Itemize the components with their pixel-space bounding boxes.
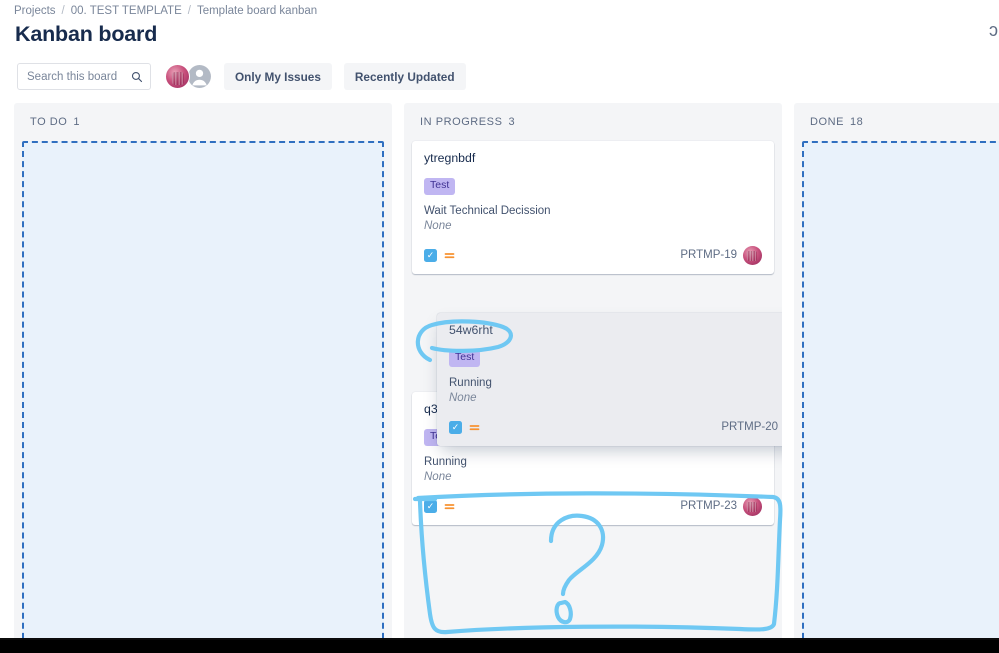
page-title: Kanban board — [15, 22, 158, 46]
label-chip[interactable]: Test — [424, 178, 456, 195]
issue-card-icons: ✓ — [424, 499, 456, 513]
board-column-todo: TO DO 1 — [14, 103, 392, 649]
issue-key[interactable]: PRTMP-20 — [721, 421, 778, 433]
avatar[interactable] — [165, 64, 190, 89]
assignee-avatar[interactable] — [743, 496, 762, 516]
column-body-done[interactable] — [794, 141, 999, 649]
issue-card-icons: ✓ — [449, 420, 481, 434]
filter-only-my-issues-button[interactable]: Only My Issues — [224, 63, 332, 90]
task-checkbox-icon[interactable]: ✓ — [424, 499, 437, 513]
issue-card-meta: PRTMP-19 — [680, 245, 762, 265]
corner-partial-icon[interactable]: ɔ — [989, 20, 999, 41]
priority-medium-icon[interactable] — [443, 500, 456, 513]
person-icon — [187, 64, 212, 89]
issue-card-meta: PRTMP-20 — [721, 418, 782, 437]
issue-card-status: Wait Technical Decission — [424, 204, 551, 217]
board-column-done: DONE 18 — [794, 103, 999, 649]
breadcrumb-item-project[interactable]: 00. TEST TEMPLATE — [71, 5, 182, 17]
priority-medium-icon[interactable] — [443, 249, 456, 262]
issue-card-footer: ✓ PRTMP-23 — [424, 496, 762, 516]
column-body-inprogress[interactable]: ytregnbdf Test Wait Technical Decission … — [404, 141, 782, 649]
breadcrumb: Projects / 00. TEST TEMPLATE / Template … — [14, 5, 317, 17]
task-checkbox-icon[interactable]: ✓ — [449, 420, 462, 434]
issue-card-title: ytregnbdf — [424, 151, 476, 165]
search-board-field[interactable] — [17, 63, 151, 90]
column-body-todo[interactable] — [14, 141, 392, 649]
search-input[interactable] — [27, 70, 131, 83]
drop-zone-todo[interactable] — [22, 141, 384, 649]
board-columns: TO DO 1 IN PROGRESS 3 ytregnbdf Test Wai… — [0, 103, 999, 649]
issue-key[interactable]: PRTMP-23 — [680, 500, 737, 512]
column-title: TO DO — [30, 116, 68, 128]
issue-card-footer: ✓ PRTMP-20 — [449, 418, 782, 437]
issue-key[interactable]: PRTMP-19 — [680, 249, 737, 261]
column-title: DONE — [810, 116, 844, 128]
kanban-board-page: Projects / 00. TEST TEMPLATE / Template … — [0, 0, 999, 653]
issue-card-meta: PRTMP-23 — [680, 496, 762, 516]
label-chip[interactable]: Test — [449, 350, 481, 367]
avatar-group — [165, 64, 212, 89]
column-header-inprogress: IN PROGRESS 3 — [404, 103, 782, 141]
issue-card-subvalue: None — [449, 392, 477, 405]
issue-card-status: Running — [449, 376, 492, 389]
dragged-issue-card[interactable]: 54w6rht Test Running None ✓ PRTMP-20 — [437, 313, 782, 446]
column-count: 3 — [508, 116, 516, 128]
bottom-black-band — [0, 640, 999, 653]
column-title: IN PROGRESS — [420, 116, 503, 128]
column-header-todo: TO DO 1 — [14, 103, 392, 141]
issue-card-labels: Test — [424, 175, 762, 195]
task-checkbox-icon[interactable]: ✓ — [424, 248, 437, 262]
breadcrumb-item-projects[interactable]: Projects — [14, 5, 56, 17]
issue-card-labels: Test — [449, 347, 782, 367]
drop-zone-done[interactable] — [802, 141, 999, 649]
column-count: 18 — [849, 116, 864, 128]
avatar-default-icon[interactable] — [187, 64, 212, 89]
breadcrumb-separator: / — [61, 5, 65, 17]
priority-medium-icon[interactable] — [468, 421, 481, 434]
search-icon — [131, 71, 143, 82]
issue-card-subvalue: None — [424, 471, 452, 484]
issue-card[interactable]: ytregnbdf Test Wait Technical Decission … — [412, 141, 774, 274]
issue-card-subvalue: None — [424, 220, 452, 233]
issue-card-status: Running — [424, 455, 467, 468]
board-toolbar: Only My Issues Recently Updated — [17, 63, 466, 90]
assignee-avatar[interactable] — [743, 245, 762, 265]
issue-card-footer: ✓ PRTMP-19 — [424, 245, 762, 265]
filter-recently-updated-button[interactable]: Recently Updated — [343, 63, 466, 90]
breadcrumb-separator: / — [187, 5, 191, 17]
issue-card-icons: ✓ — [424, 248, 456, 262]
column-count: 1 — [73, 116, 81, 128]
board-column-inprogress: IN PROGRESS 3 ytregnbdf Test Wait Techni… — [404, 103, 782, 649]
column-header-done: DONE 18 — [794, 103, 999, 141]
issue-card-title: 54w6rht — [449, 323, 493, 337]
breadcrumb-item-board[interactable]: Template board kanban — [197, 5, 317, 17]
